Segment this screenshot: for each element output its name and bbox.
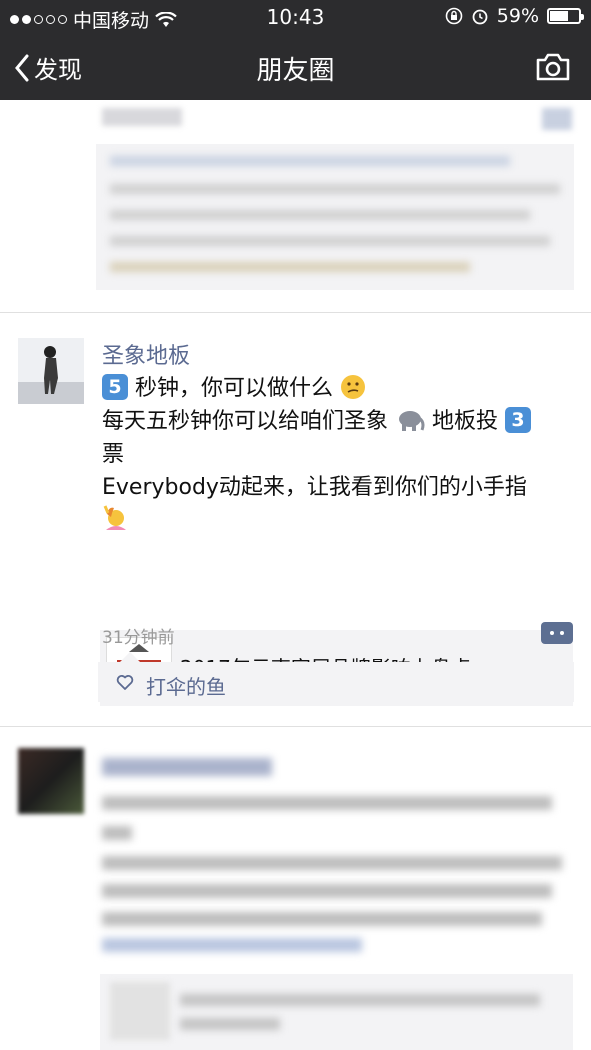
post-text: 5 秒钟，你可以做什么 每天五秒钟你可以给咱们圣象 地板投 3 票 Everyb…: [102, 372, 572, 537]
post-line-1: 5 秒钟，你可以做什么: [102, 372, 572, 405]
post-timestamp: 31分钟前: [102, 628, 175, 648]
heart-icon: [116, 675, 134, 690]
post-line-2: 每天五秒钟你可以给咱们圣象 地板投 3: [102, 405, 572, 438]
status-bar: 中国移动 10:43 59%: [0, 0, 591, 36]
page-title: 朋友圈: [256, 56, 335, 86]
post-line-4: Everybody动起来，让我看到你们的小手指: [102, 475, 527, 500]
raising-hand-icon: [103, 505, 126, 530]
alarm-icon: [472, 9, 488, 25]
rotation-lock-icon: [445, 7, 463, 25]
keycap-five-icon: 5: [102, 374, 128, 400]
thinking-face-icon: [341, 375, 366, 399]
keycap-three-icon: 3: [505, 407, 532, 433]
likes-panel: 打伞的鱼: [98, 652, 574, 702]
liker-name[interactable]: 打伞的鱼: [146, 671, 226, 700]
moments-feed: 圣象地板 5 秒钟，你可以做什么 每天五秒钟你可以给咱们圣象 地板投 3 票 E…: [0, 100, 591, 1050]
battery-percent: 59%: [496, 5, 539, 27]
status-right: 59%: [445, 5, 584, 27]
avatar-image: [18, 338, 84, 404]
avatar[interactable]: [18, 338, 84, 404]
battery-icon: [547, 8, 584, 24]
nav-bar: 发现 朋友圈: [0, 36, 591, 100]
elephant-icon: [399, 411, 425, 431]
camera-icon[interactable]: [535, 52, 571, 82]
post-line-5: [102, 504, 572, 537]
author-name[interactable]: 圣象地板: [102, 338, 190, 370]
obscured-post: [0, 726, 591, 1050]
obscured-post: [0, 100, 591, 312]
comment-more-button[interactable]: [541, 622, 573, 644]
post-line-3: 票: [102, 442, 125, 467]
